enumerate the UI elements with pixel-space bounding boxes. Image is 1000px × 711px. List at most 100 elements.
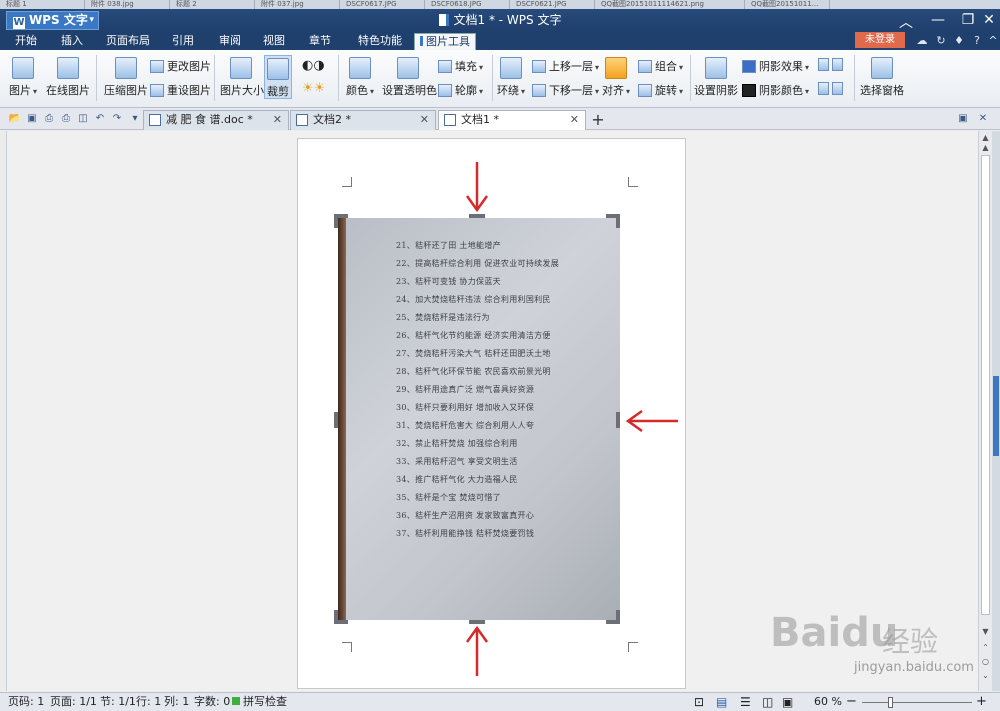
tab-review[interactable]: 审阅 xyxy=(212,33,248,50)
picture-size-button[interactable]: 图片大小 xyxy=(220,57,264,98)
align-button[interactable]: 对齐 ▾ xyxy=(600,57,632,98)
tab-close-all-icon[interactable]: ✕ xyxy=(976,112,990,126)
zoom-slider-handle[interactable] xyxy=(888,697,893,708)
shadow-effect-button[interactable]: 阴影效果 ▾ xyxy=(742,58,809,74)
new-tab-icon[interactable]: + xyxy=(590,110,606,129)
view-outline-icon[interactable]: ☰ xyxy=(740,693,751,711)
group-button[interactable]: 组合 ▾ xyxy=(638,58,683,74)
spell-check-button[interactable]: 拼写检查 xyxy=(232,693,287,711)
tab-start[interactable]: 开始 xyxy=(8,33,44,50)
side-panel-toggle[interactable] xyxy=(993,376,999,456)
fill-button[interactable]: 填充 ▾ xyxy=(438,58,483,74)
bg-tab[interactable]: 标题 1 xyxy=(0,0,85,9)
crop-handle-top[interactable] xyxy=(469,214,485,218)
help-icon[interactable]: ? xyxy=(970,34,984,48)
zoom-out-icon[interactable]: − xyxy=(846,693,857,711)
tab-chapter[interactable]: 章节 xyxy=(302,33,338,50)
status-row[interactable]: 行: 1 xyxy=(136,693,161,711)
export-pdf-icon[interactable]: ⎙ xyxy=(42,112,56,126)
scroll-up-icon[interactable]: ▲ xyxy=(979,143,992,152)
tab-insert[interactable]: 插入 xyxy=(54,33,90,50)
change-picture-button[interactable]: 更改图片 xyxy=(150,58,211,74)
crop-handle-bottom-right[interactable] xyxy=(616,610,620,624)
bg-tab[interactable]: 附件 038.jpg xyxy=(85,0,170,9)
shadow-nudge-icons-2[interactable] xyxy=(818,82,848,95)
customize-icon[interactable]: ▾ xyxy=(128,112,142,126)
nudge-down-icon[interactable] xyxy=(832,58,843,71)
tab-view[interactable]: 视图 xyxy=(256,33,292,50)
zoom-in-icon[interactable]: + xyxy=(976,693,987,711)
crop-handle-right[interactable] xyxy=(616,412,620,428)
bg-tab[interactable]: DSCF0621.JPG xyxy=(510,0,595,9)
skin-icon[interactable]: ♦ xyxy=(952,34,966,48)
reset-picture-button[interactable]: 重设图片 xyxy=(150,82,211,98)
status-pages[interactable]: 页面: 1/1 xyxy=(50,693,97,711)
crop-handle-bottom-left[interactable] xyxy=(334,610,338,624)
crop-handle-top-left[interactable] xyxy=(334,214,338,228)
wrap-button[interactable]: 环绕 ▾ xyxy=(496,57,526,98)
set-transparent-button[interactable]: 设置透明色 xyxy=(382,57,437,98)
refresh-icon[interactable]: ↻ xyxy=(934,34,948,48)
compress-picture-button[interactable]: 压缩图片 xyxy=(104,57,148,98)
crop-handle-top-right[interactable] xyxy=(616,214,620,228)
nudge-left-icon[interactable] xyxy=(818,82,829,95)
tab-list-icon[interactable]: ▣ xyxy=(956,112,970,126)
side-panel-edge[interactable] xyxy=(992,131,1000,691)
status-section[interactable]: 节: 1/1 xyxy=(100,693,136,711)
view-focus-icon[interactable]: ⊡ xyxy=(694,693,704,711)
crop-button[interactable]: 裁剪 xyxy=(264,55,292,99)
tab-special-features[interactable]: 特色功能 xyxy=(350,33,410,50)
bg-tab[interactable]: QQ截图20151011114621.png xyxy=(595,0,745,9)
tab-picture-tools[interactable]: 图片工具 xyxy=(414,33,476,50)
send-backward-button[interactable]: 下移一层 ▾ xyxy=(532,82,599,98)
inserted-photo[interactable]: 21、秸秆还了田 土地能增产 22、提高秸杆综合利用 促进农业可持续发展 23、… xyxy=(338,218,620,620)
brightness-icon[interactable]: ☀☀ xyxy=(302,81,325,96)
outline-button[interactable]: 轮廓 ▾ xyxy=(438,82,483,98)
status-page[interactable]: 页码: 1 xyxy=(8,693,44,711)
shadow-nudge-icons[interactable] xyxy=(818,58,848,71)
bring-forward-button[interactable]: 上移一层 ▾ xyxy=(532,58,599,74)
crop-handle-left[interactable] xyxy=(334,412,338,428)
close-icon[interactable]: ✕ xyxy=(273,111,282,129)
close-icon[interactable]: ✕ xyxy=(570,111,579,129)
doc-tab-diet[interactable]: 减 肥 食 谱.doc * ✕ xyxy=(143,110,289,130)
login-button[interactable]: 未登录 xyxy=(855,32,905,48)
zoom-level[interactable]: 60 % xyxy=(814,693,842,711)
minimize-icon[interactable]: — xyxy=(927,12,949,28)
maximize-icon[interactable]: ❐ xyxy=(957,12,979,28)
status-col[interactable]: 列: 1 xyxy=(164,693,189,711)
scrollbar-thumb[interactable] xyxy=(981,155,990,615)
nudge-right-icon[interactable] xyxy=(832,82,843,95)
close-icon[interactable]: ✕ xyxy=(978,12,1000,28)
rotate-button[interactable]: 旋转 ▾ xyxy=(638,82,683,98)
picture-button[interactable]: 图片 ▾ xyxy=(8,57,38,98)
set-shadow-button[interactable]: 设置阴影 xyxy=(694,57,738,98)
doc-tab-doc1[interactable]: 文档1 * ✕ xyxy=(438,110,586,130)
save-icon[interactable]: ▣ xyxy=(25,112,39,126)
bg-tab[interactable]: QQ截图20151011... xyxy=(745,0,830,9)
close-icon[interactable]: ✕ xyxy=(420,111,429,129)
redo-icon[interactable]: ↷ xyxy=(110,112,124,126)
print-icon[interactable]: ⎙ xyxy=(59,112,73,126)
print-preview-icon[interactable]: ◫ xyxy=(76,112,90,126)
color-button[interactable]: 颜色 ▾ xyxy=(344,57,376,98)
bg-tab[interactable]: DSCF0617.JPG xyxy=(340,0,425,9)
ribbon-collapse-icon[interactable]: ︿ xyxy=(895,12,917,32)
contrast-icon[interactable]: ◐◑ xyxy=(302,58,325,73)
view-read-icon[interactable]: ▣ xyxy=(782,693,793,711)
view-web-icon[interactable]: ◫ xyxy=(762,693,773,711)
status-word-count[interactable]: 字数: 0 xyxy=(194,693,230,711)
bg-tab[interactable]: 标题 2 xyxy=(170,0,255,9)
bg-tab[interactable]: DSCF0618.JPG xyxy=(425,0,510,9)
zoom-slider-track[interactable] xyxy=(862,702,972,703)
nudge-up-icon[interactable] xyxy=(818,58,829,71)
view-page-icon[interactable]: ▤ xyxy=(716,693,727,711)
shadow-color-button[interactable]: 阴影颜色 ▾ xyxy=(742,82,809,98)
ribbon-toggle-icon[interactable]: ^ xyxy=(986,34,1000,48)
doc-tab-doc2[interactable]: 文档2 * ✕ xyxy=(290,110,436,130)
tab-page-layout[interactable]: 页面布局 xyxy=(103,33,153,50)
selection-pane-button[interactable]: 选择窗格 xyxy=(860,57,904,98)
sync-icon[interactable]: ☁ xyxy=(915,34,929,48)
undo-icon[interactable]: ↶ xyxy=(93,112,107,126)
open-icon[interactable]: 📂 xyxy=(8,112,22,126)
